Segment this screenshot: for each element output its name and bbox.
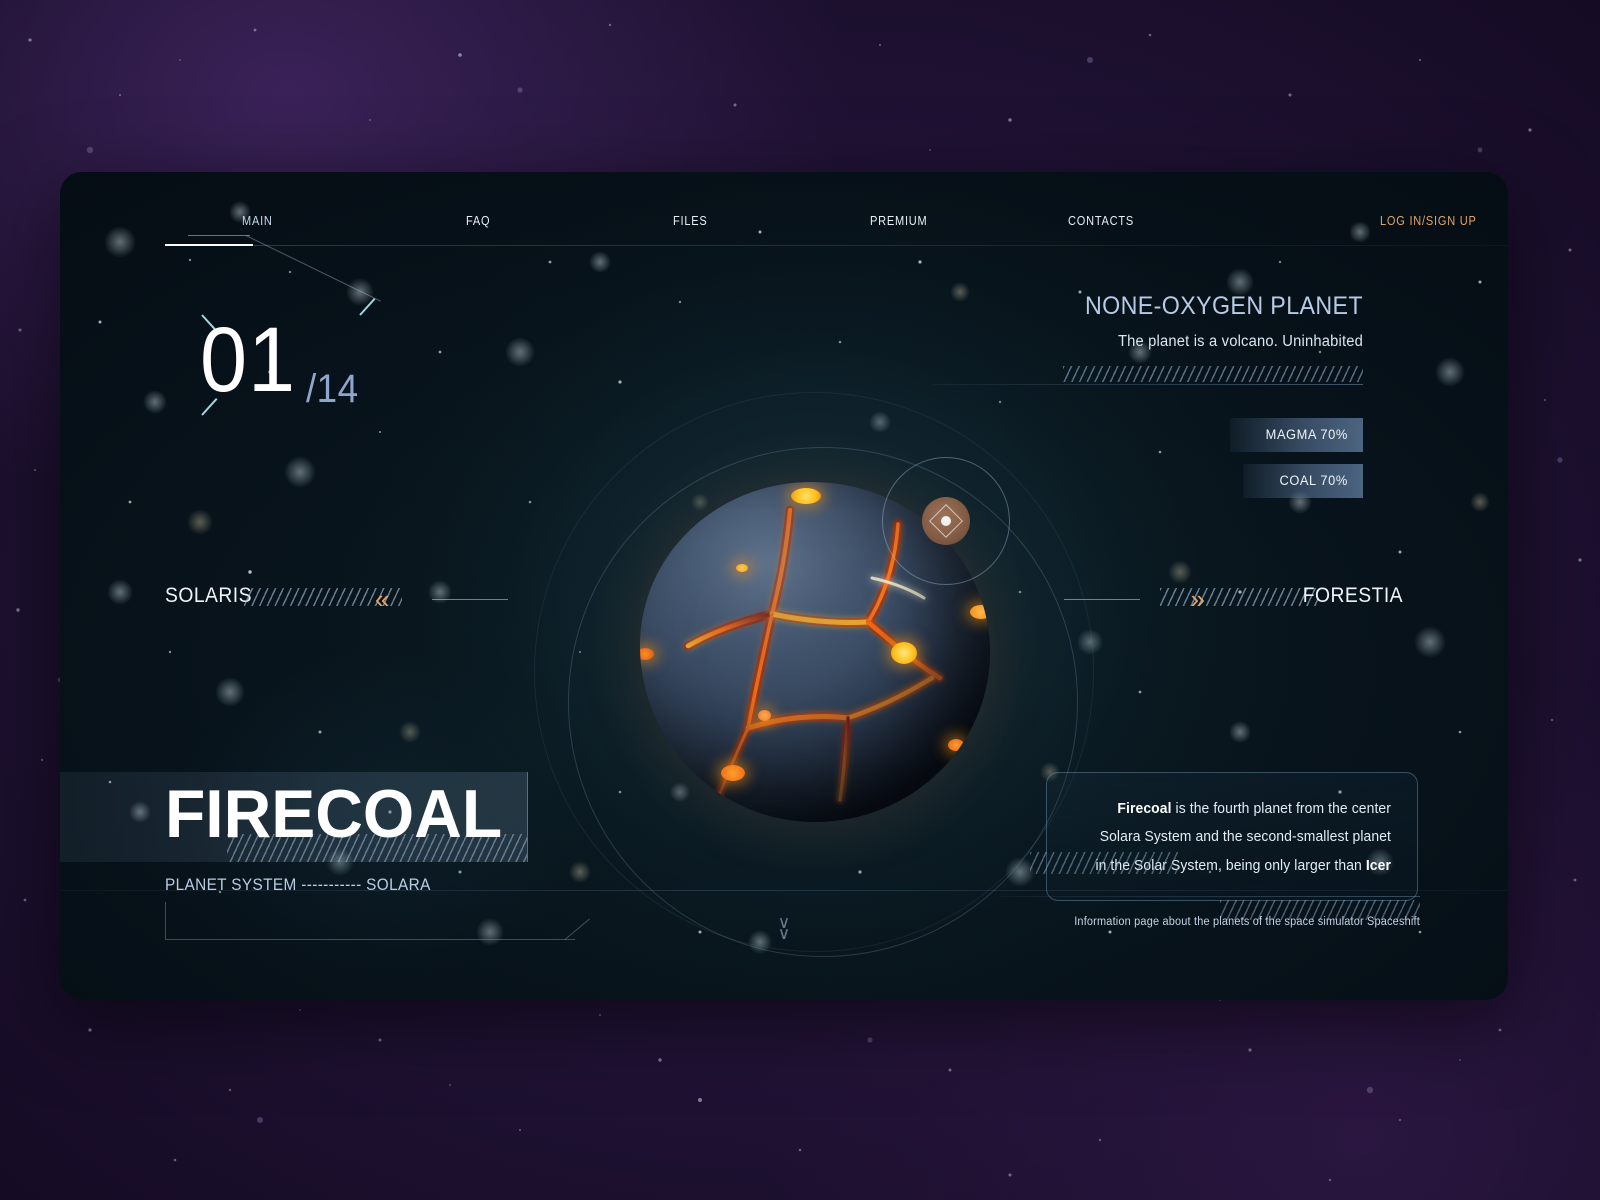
footer-note: Information page about the planets of th… — [1074, 916, 1420, 928]
nav-item-main[interactable]: MAIN — [242, 214, 273, 228]
counter-corner-tick-top-right — [359, 297, 376, 316]
vent-south-east — [948, 739, 964, 751]
hero-card: MAIN FAQ FILES PREMIUM CONTACTS LOG IN/S… — [60, 172, 1508, 1000]
page-title: FIRECOAL — [165, 776, 503, 852]
switcher-hatch-right — [1160, 588, 1318, 606]
switcher-prev-chevron-icon[interactable]: « — [375, 586, 421, 612]
planet-system-subtitle: PLANET SYSTEM ----------- SOLARA — [165, 876, 431, 894]
nav-divider — [165, 245, 1508, 246]
planet-switcher: SOLARIS « » FORESTIA — [60, 572, 1508, 622]
title-corner-bracket — [165, 902, 575, 940]
vent-mid-small — [758, 710, 771, 721]
footer-divider — [60, 890, 1508, 891]
counter-total: /14 — [306, 367, 359, 411]
planet-type-description: The planet is a volcano. Uninhabited — [1117, 333, 1363, 350]
vent-south-west — [721, 765, 745, 781]
nav-item-faq[interactable]: FAQ — [466, 214, 490, 228]
scroll-chevron-2: ∨ — [777, 924, 791, 943]
scroll-down-icon[interactable]: ∨ ∨ — [770, 914, 798, 943]
planet-description-card: Firecoal is the fourth planet from the c… — [1046, 772, 1418, 901]
description-hatch-decoration — [1030, 852, 1178, 874]
planet-type-title: NONE-OXYGEN PLANET — [1084, 292, 1363, 320]
info-divider — [933, 384, 1363, 385]
hotspot-leader-line — [188, 235, 250, 236]
planet-counter: 01 /14 — [160, 282, 460, 432]
vent-east-large — [891, 642, 917, 664]
nav-item-files[interactable]: FILES — [673, 214, 708, 228]
planet-hotspot-marker[interactable] — [882, 457, 1010, 585]
switcher-line-right — [1064, 599, 1140, 600]
resource-badge-coal[interactable]: COAL 70% — [1243, 464, 1363, 498]
nav-item-login-signup[interactable]: LOG IN/SIGN UP — [1380, 214, 1477, 228]
nav-active-underline — [165, 244, 253, 246]
vent-upper-left-small — [736, 564, 748, 572]
counter-current: 01 — [200, 309, 296, 411]
planet-info-header: NONE-OXYGEN PLANET The planet is a volca… — [843, 292, 1363, 385]
nav-item-contacts[interactable]: CONTACTS — [1068, 214, 1134, 228]
main-navigation: MAIN FAQ FILES PREMIUM CONTACTS LOG IN/S… — [60, 202, 1508, 254]
switcher-prev-label[interactable]: SOLARIS — [165, 584, 252, 608]
vent-north — [791, 488, 821, 504]
nav-item-premium[interactable]: PREMIUM — [870, 214, 927, 228]
resource-badge-magma[interactable]: MAGMA 70% — [1230, 418, 1363, 452]
switcher-line-left — [432, 599, 508, 600]
info-hatch-decoration — [1063, 366, 1363, 382]
footer-right-divider — [1000, 896, 1420, 897]
hotspot-center-dot — [941, 516, 951, 526]
switcher-next-label[interactable]: FORESTIA — [1303, 584, 1403, 608]
